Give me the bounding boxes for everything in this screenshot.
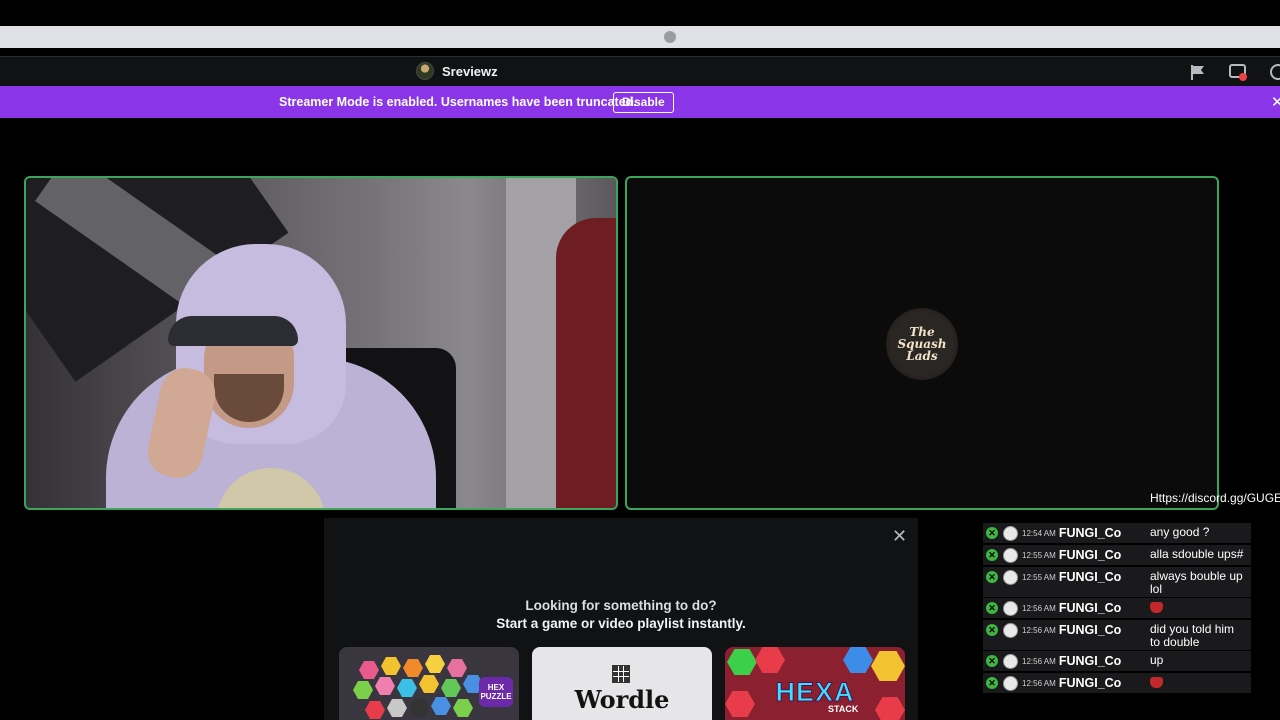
chat-pinned-link[interactable]: Https://discord.gg/GUGEWDhTxZ — [1150, 492, 1280, 505]
avatar — [1003, 653, 1018, 669]
chat-username[interactable]: FUNGI_Co — [1059, 526, 1122, 540]
wordle-grid-icon — [612, 665, 630, 683]
top-black-bar — [0, 0, 1280, 26]
chat-time: 12:54 AM — [1022, 528, 1056, 538]
avatar — [1003, 622, 1018, 638]
chat-message: ✕ 12:56 AM FUNGI_Co up — [983, 651, 1251, 671]
webcam-cap — [168, 316, 298, 346]
chat-text: up — [1150, 653, 1164, 667]
logo-text: The Squash Lads — [897, 325, 947, 363]
scroll-strip[interactable] — [0, 26, 1280, 48]
chat-time: 12:55 AM — [1022, 572, 1056, 582]
channel-avatar — [416, 62, 434, 80]
channel-header[interactable]: Sreviewz — [416, 62, 498, 80]
chat-text: any good ? — [1150, 525, 1210, 539]
emote-icon — [1150, 602, 1163, 613]
chat-overlay: Https://discord.gg/GUGEWDhTxZ ✕12:54 AMF… — [983, 490, 1280, 720]
flag-icon[interactable] — [1189, 63, 1207, 81]
chat-username[interactable]: FUNGI_Co — [1059, 654, 1122, 668]
chat-username[interactable]: FUNGI_Co — [1059, 570, 1122, 584]
help-icon[interactable] — [1270, 64, 1280, 80]
banner-text: Streamer Mode is enabled. Usernames have… — [279, 95, 637, 109]
xbox-icon: ✕ — [986, 527, 998, 539]
activity-launcher-panel: ✕ Looking for something to do? Start a g… — [324, 518, 918, 720]
xbox-icon: ✕ — [986, 655, 998, 667]
chat-time: 12:56 AM — [1022, 603, 1056, 613]
chat-time: 12:56 AM — [1022, 625, 1056, 635]
xbox-icon: ✕ — [986, 602, 998, 614]
avatar — [1003, 547, 1018, 563]
xbox-icon: ✕ — [986, 571, 998, 583]
title-bar: Sreviewz — [0, 56, 1280, 86]
chat-username[interactable]: FUNGI_Co — [1059, 676, 1122, 690]
separator — [0, 48, 1280, 56]
game-card-hex-puzzle[interactable]: HEX PUZZLE — [339, 647, 519, 720]
chat-text: alla sdouble ups# — [1150, 547, 1244, 561]
chat-username[interactable]: FUNGI_Co — [1059, 548, 1122, 562]
chat-message: ✕ 12:54 AM FUNGI_Co any good ? — [983, 523, 1251, 543]
hex-puzzle-badge: HEX PUZZLE — [479, 677, 513, 707]
chat-time: 12:55 AM — [1022, 550, 1056, 560]
streamer-mode-banner: Streamer Mode is enabled. Usernames have… — [0, 86, 1280, 118]
chat-time: 12:56 AM — [1022, 656, 1056, 666]
activity-close-icon[interactable]: ✕ — [892, 526, 907, 547]
avatar — [1003, 600, 1018, 616]
chat-time: 12:56 AM — [1022, 678, 1056, 688]
emote-icon — [1150, 677, 1163, 688]
activity-subheading: Start a game or video playlist instantly… — [496, 616, 746, 631]
scroll-thumb[interactable] — [664, 31, 676, 43]
chat-text: did you told him to double — [1150, 622, 1235, 649]
chat-message: ✕ 12:55 AM FUNGI_Co always bouble up lol — [983, 567, 1251, 597]
xbox-icon: ✕ — [986, 549, 998, 561]
chat-username[interactable]: FUNGI_Co — [1059, 601, 1122, 615]
screen-share-icon[interactable] — [1229, 63, 1247, 81]
chat-message: ✕ 12:56 AM FUNGI_Co — [983, 673, 1251, 693]
channel-name: Sreviewz — [442, 63, 498, 79]
hexa-stack-title: HEXA — [775, 677, 855, 708]
wordle-title: Wordle — [574, 685, 670, 714]
game-card-wordle[interactable]: Wordle — [532, 647, 712, 720]
hexa-stack-subtitle: STACK — [828, 704, 859, 714]
xbox-icon: ✕ — [986, 677, 998, 689]
avatar — [1003, 675, 1018, 691]
game-card-hexa-stack[interactable]: HEXA STACK — [725, 647, 905, 720]
xbox-icon: ✕ — [986, 624, 998, 636]
video-tile-avatar[interactable]: The Squash Lads — [625, 176, 1219, 510]
disable-streamer-mode-button[interactable]: Disable — [613, 92, 674, 113]
activity-heading: Looking for something to do? — [525, 598, 717, 613]
webcam-red-jacket — [556, 218, 616, 508]
avatar — [1003, 569, 1018, 585]
chat-message: ✕ 12:56 AM FUNGI_Co did you told him to do… — [983, 620, 1251, 650]
squash-lads-logo: The Squash Lads — [886, 308, 958, 380]
video-tile-webcam[interactable] — [24, 176, 618, 510]
chat-text: always bouble up lol — [1150, 569, 1243, 596]
chat-message: ✕ 12:56 AM FUNGI_Co — [983, 598, 1251, 618]
banner-close-icon[interactable]: ✕ — [1271, 93, 1280, 111]
chat-username[interactable]: FUNGI_Co — [1059, 623, 1122, 637]
avatar — [1003, 525, 1018, 541]
chat-message: ✕ 12:55 AM FUNGI_Co alla sdouble ups# — [983, 545, 1251, 565]
